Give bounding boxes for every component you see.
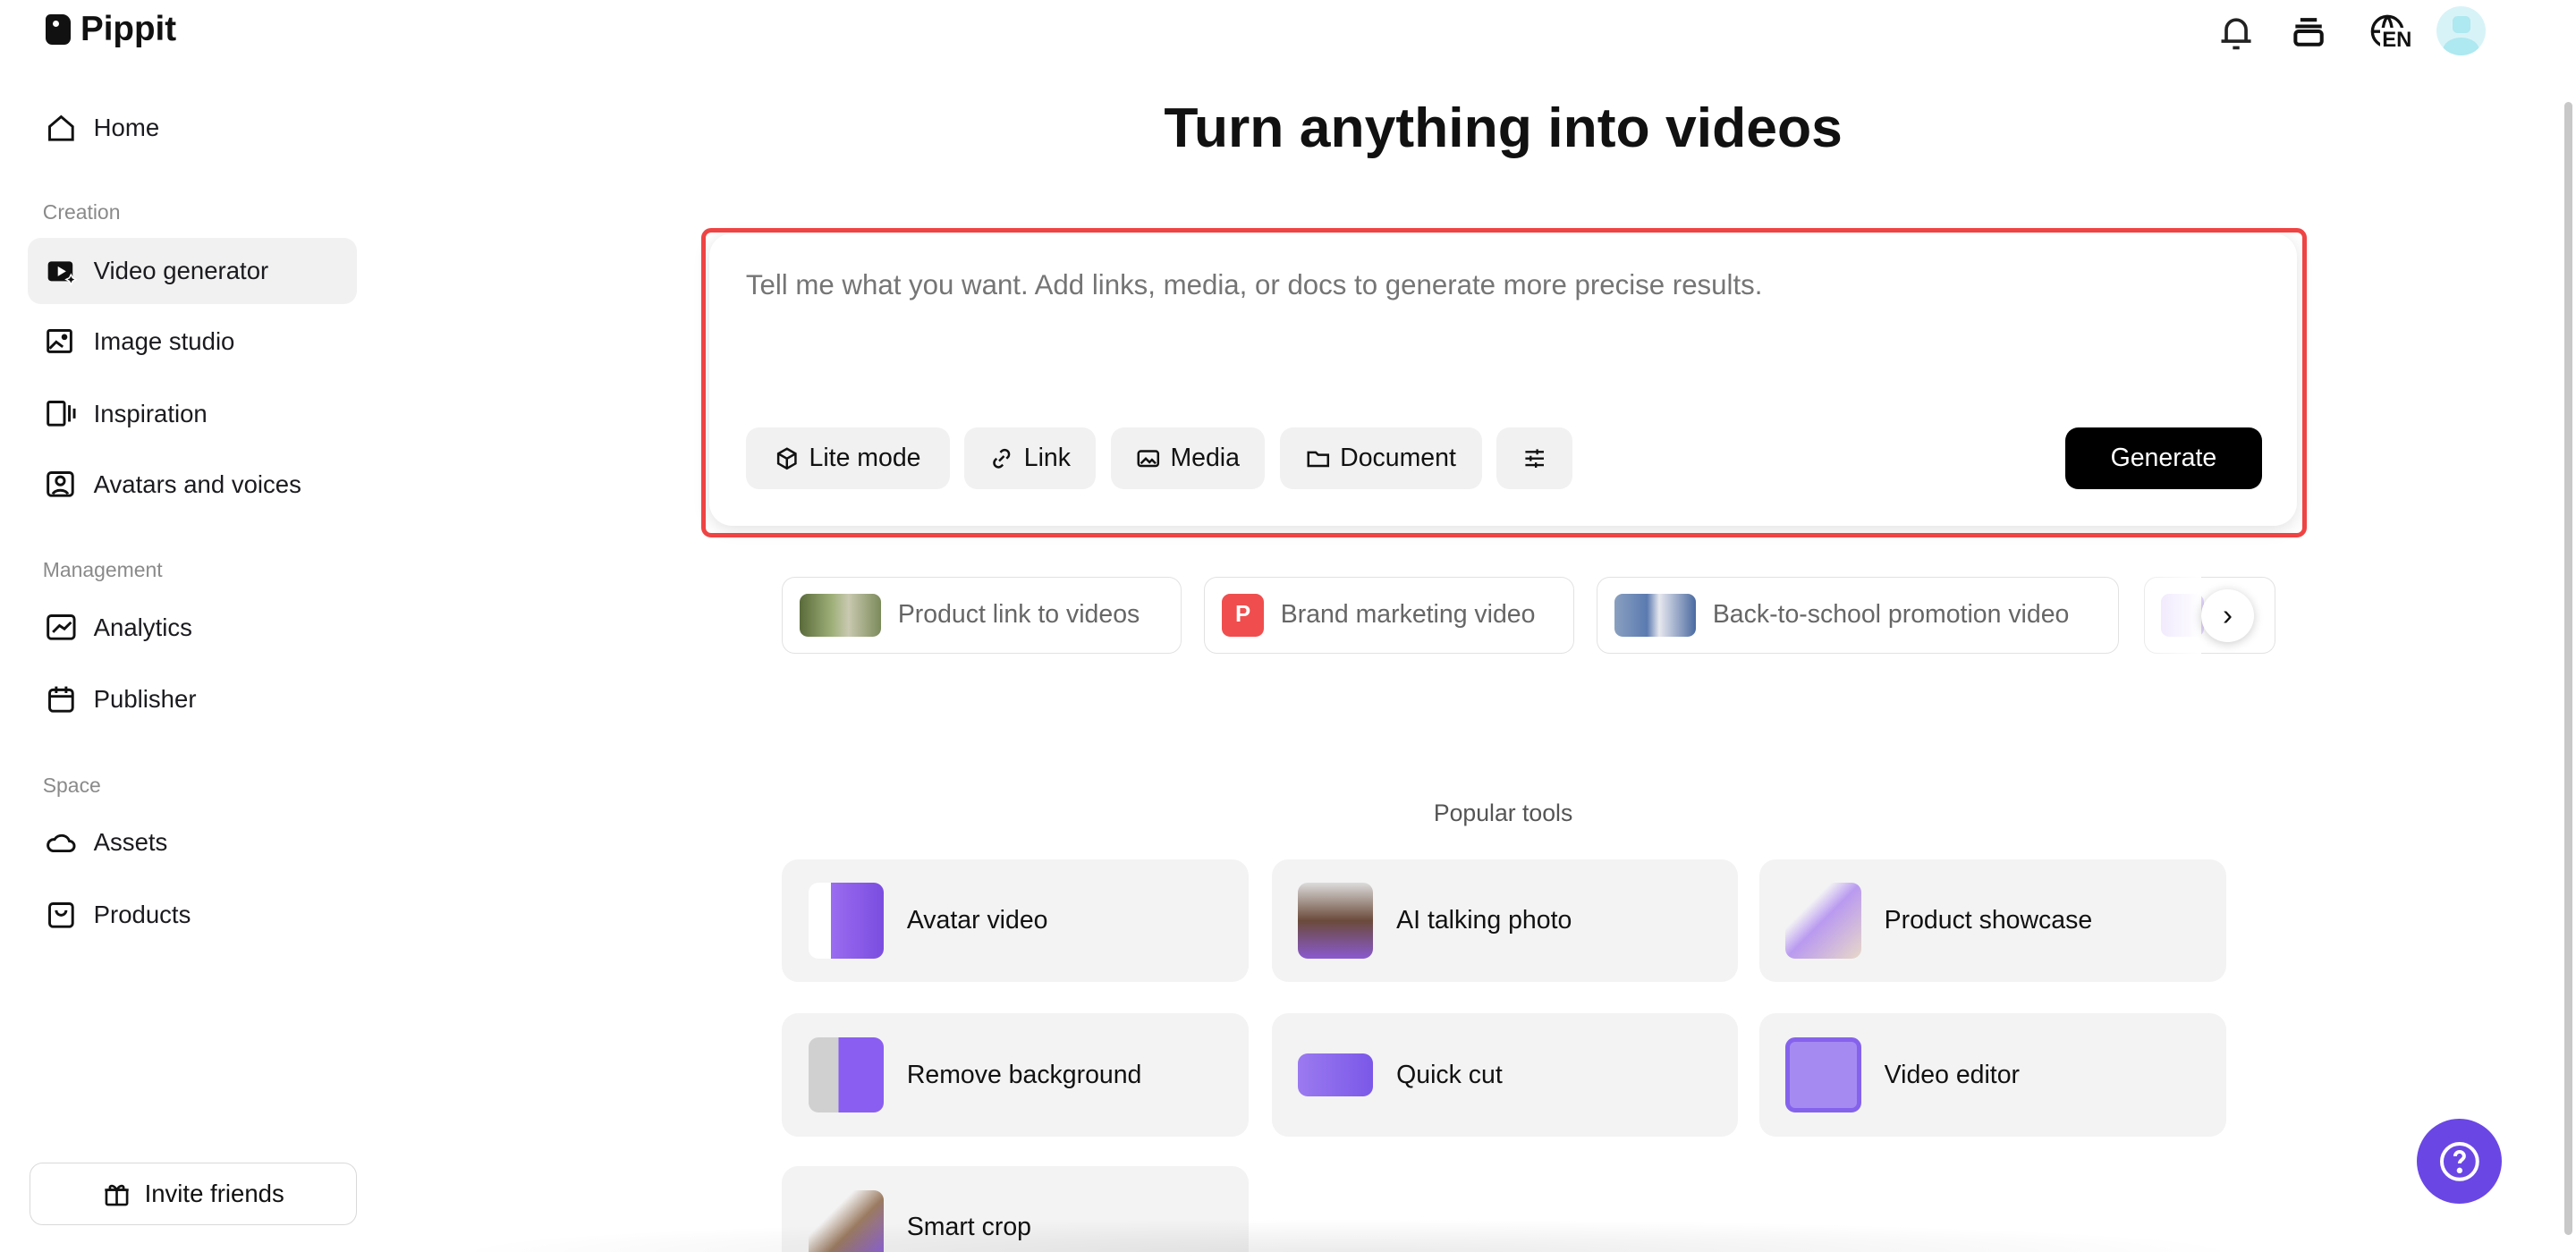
link-button[interactable]: Link (964, 427, 1097, 490)
remove-background-thumbnail (808, 1036, 885, 1113)
settings-button[interactable] (1496, 427, 1572, 490)
language-button[interactable]: EN (2360, 10, 2415, 54)
video-editor-thumbnail (1785, 1036, 1861, 1113)
section-management: Management (42, 558, 163, 582)
tool-product-showcase[interactable]: Product showcase (1759, 859, 2226, 983)
sliders-icon (1525, 449, 1544, 468)
suggestion-chip[interactable]: Back-to-school promotion video (1597, 576, 2120, 654)
avatar-head-icon (2453, 16, 2471, 33)
help-button[interactable] (2416, 1118, 2503, 1205)
sidebar-item-image-studio[interactable]: Image studio (28, 309, 356, 374)
gift-icon (105, 1184, 129, 1206)
tool-video-editor[interactable]: Video editor (1759, 1013, 2226, 1137)
section-creation: Creation (42, 200, 121, 224)
tool-quick-cut[interactable]: Quick cut (1271, 1013, 1739, 1137)
avatar-body-icon (2443, 38, 2479, 56)
chip-thumbnail (1614, 593, 1697, 637)
user-avatar[interactable] (2436, 6, 2486, 56)
calendar-icon (47, 686, 74, 713)
tool-avatar-video[interactable]: Avatar video (782, 859, 1249, 983)
notifications-button[interactable] (2215, 10, 2258, 53)
suggestion-chip[interactable]: P Brand marketing video (1204, 576, 1574, 654)
cube-icon (776, 446, 797, 470)
sidebar-item-publisher[interactable]: Publisher (28, 667, 356, 732)
invite-friends-button[interactable]: Invite friends (30, 1163, 357, 1226)
generate-button[interactable]: Generate (2064, 427, 2263, 490)
suggestion-chip[interactable]: Product link to videos (782, 576, 1182, 654)
bottom-shadow (443, 1218, 2251, 1252)
folder-icon (1307, 451, 1329, 467)
page-title: Turn anything into videos (1164, 96, 1843, 159)
sidebar-item-analytics[interactable]: Analytics (28, 595, 356, 660)
inspiration-icon (46, 401, 76, 427)
pippit-logo-icon (46, 13, 71, 46)
sidebar-item-products[interactable]: Products (28, 882, 356, 947)
analytics-icon (46, 614, 76, 640)
brand-badge-icon: P (1221, 593, 1265, 637)
video-generator-icon (47, 261, 78, 286)
lite-mode-button[interactable]: Lite mode (745, 427, 950, 490)
layers-icon (2292, 18, 2324, 47)
sidebar-item-inspiration[interactable]: Inspiration (28, 381, 356, 446)
scrollbar[interactable] (2564, 101, 2573, 1236)
sidebar-item-avatars-and-voices[interactable]: Avatars and voices (28, 452, 356, 517)
talking-photo-thumbnail (1297, 883, 1374, 959)
cloud-icon (46, 833, 76, 852)
prompt-input[interactable] (742, 266, 2261, 372)
avatar-icon (46, 471, 74, 498)
popular-tools-heading: Popular tools (1433, 799, 1573, 827)
bag-icon (47, 901, 74, 928)
sidebar-item-video-generator[interactable]: Video generator (28, 238, 357, 304)
question-icon (2439, 1141, 2479, 1181)
media-button[interactable]: Media (1110, 427, 1266, 490)
document-button[interactable]: Document (1279, 427, 1482, 490)
subscription-button[interactable] (2287, 10, 2330, 53)
avatar-video-thumbnail (808, 883, 885, 959)
chevron-right-icon: › (2223, 598, 2233, 632)
logo[interactable]: Pippit (46, 10, 176, 49)
image-studio-icon (46, 328, 72, 353)
image-icon (1137, 449, 1159, 467)
bell-icon (2221, 18, 2251, 50)
scroll-fade (2119, 566, 2202, 665)
section-space: Space (42, 774, 101, 798)
product-showcase-thumbnail (1785, 883, 1861, 959)
quick-cut-thumbnail (1297, 1053, 1374, 1096)
chips-next-button[interactable]: › (2201, 589, 2254, 643)
link-icon (993, 448, 1011, 469)
tool-remove-background[interactable]: Remove background (782, 1013, 1249, 1137)
chip-thumbnail (799, 593, 882, 637)
tool-ai-talking-photo[interactable]: AI talking photo (1271, 859, 1739, 983)
